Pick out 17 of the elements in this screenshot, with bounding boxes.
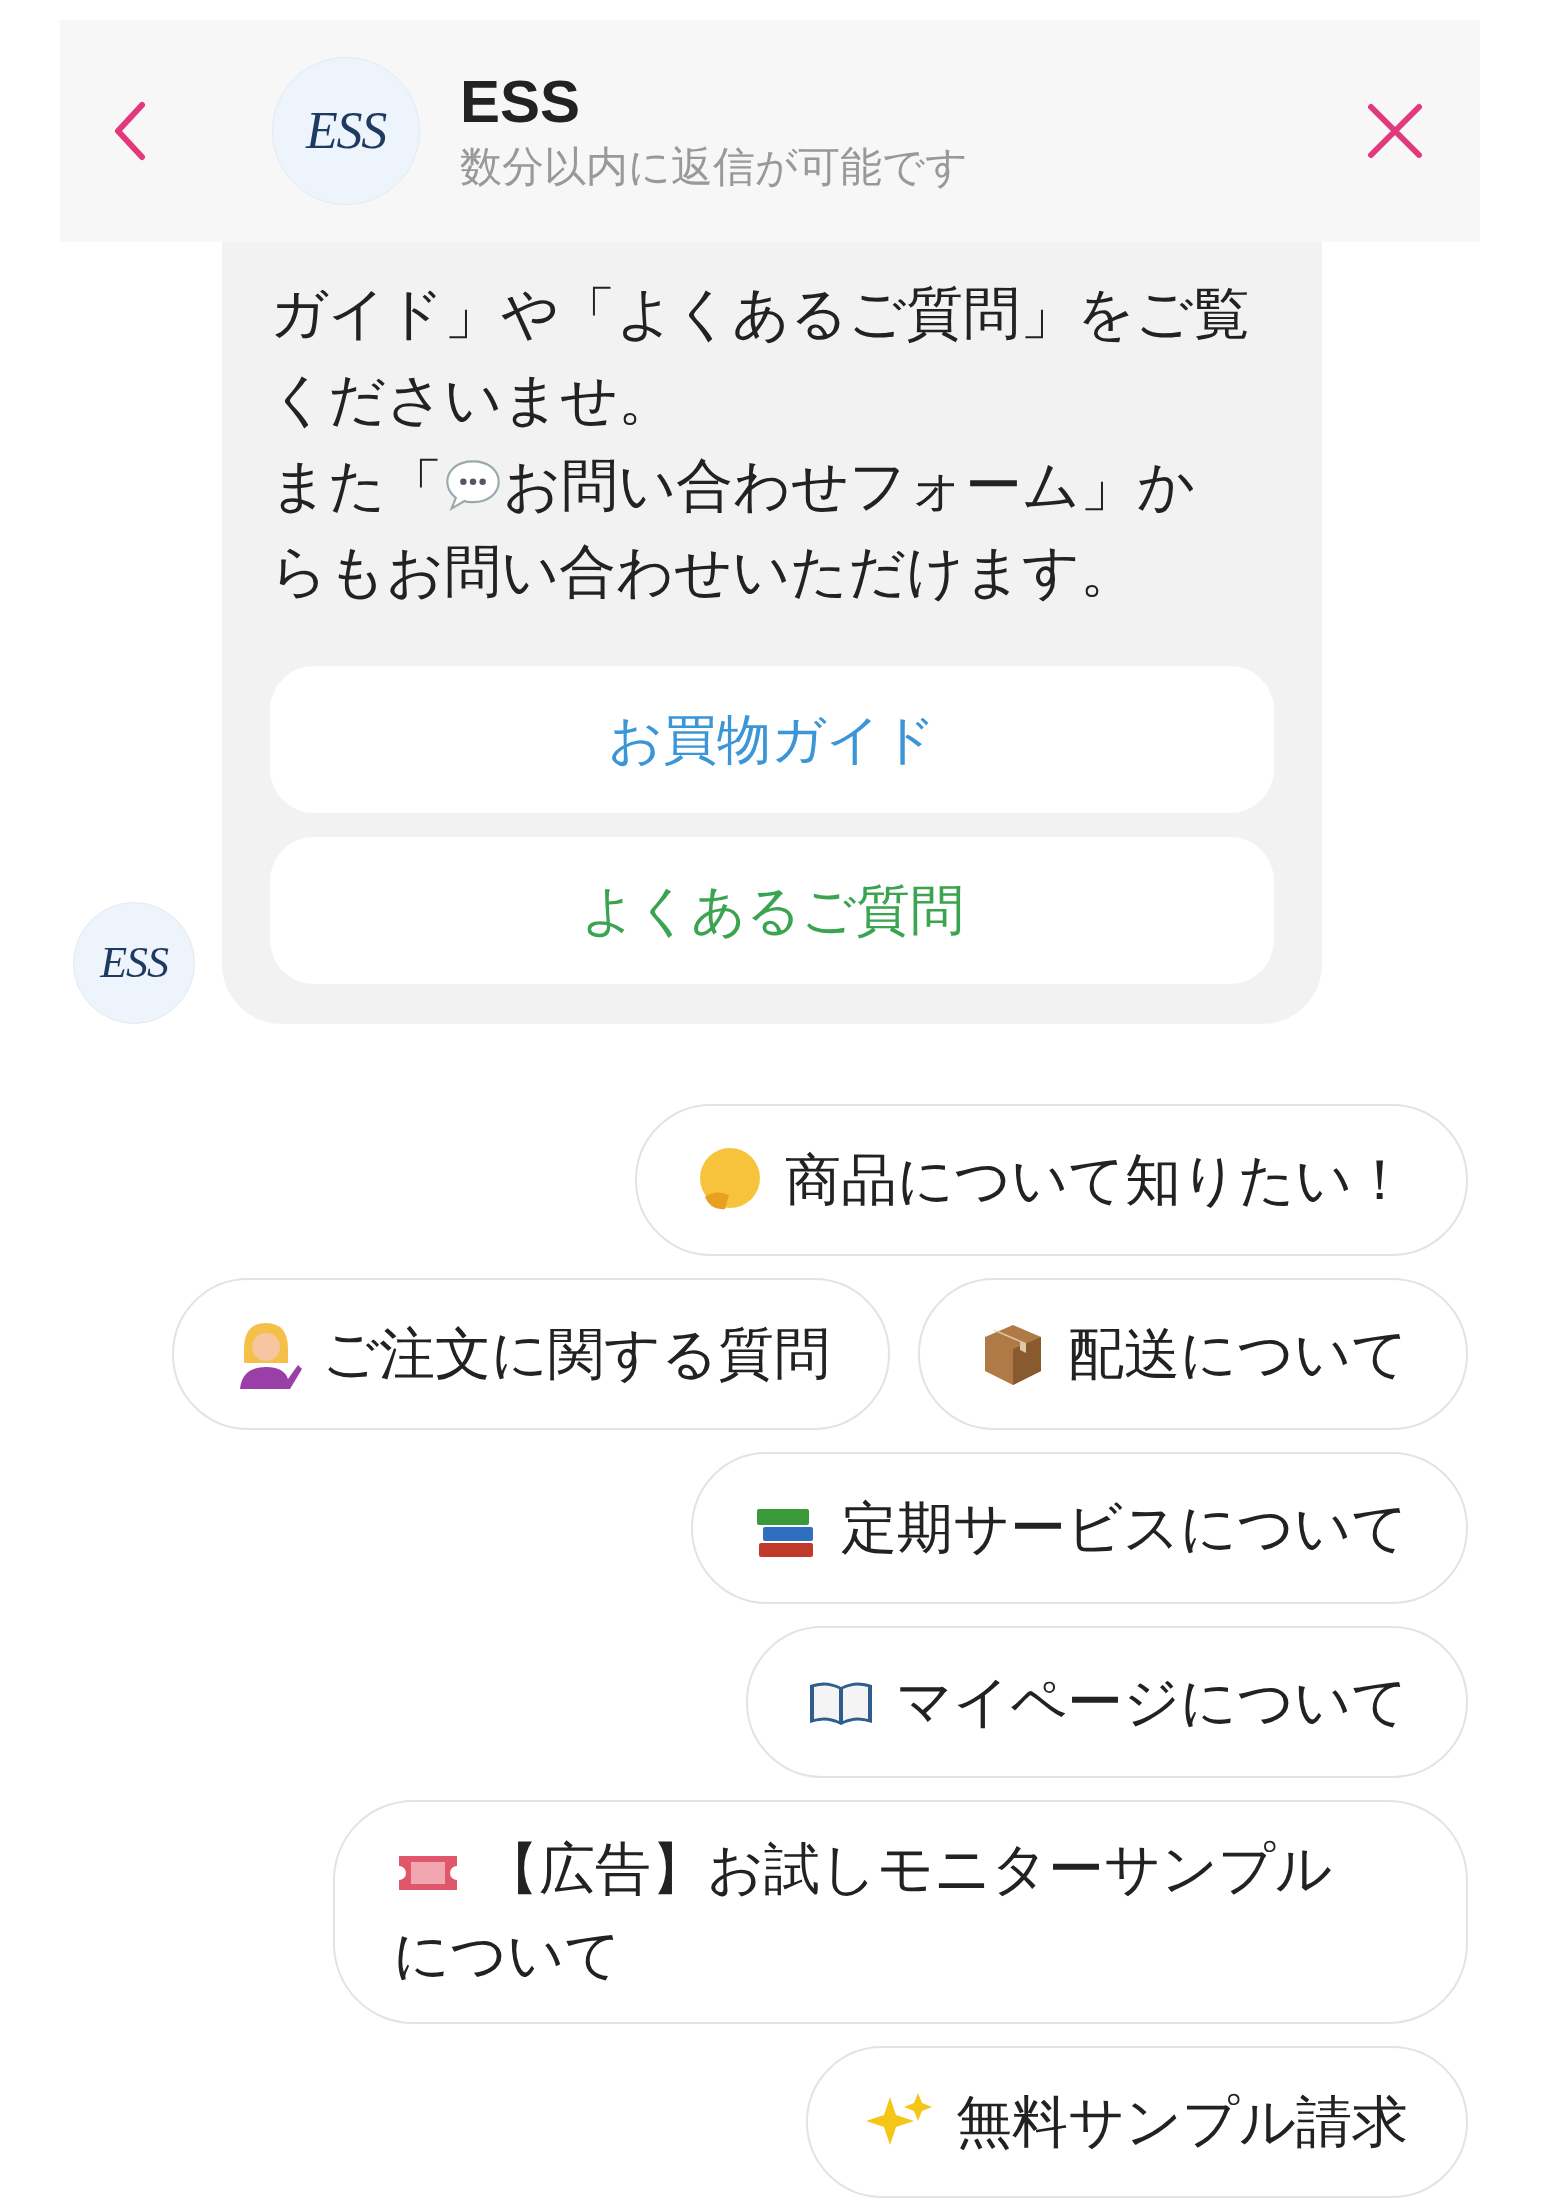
chat-title: ESS <box>460 67 582 137</box>
quick-reply-button[interactable]: 商品について知りたい！ <box>635 1104 1468 1256</box>
back-chevron-icon <box>112 101 148 161</box>
quick-reply-button[interactable]: マイページについて <box>746 1626 1468 1778</box>
message-text: また「 <box>270 452 443 519</box>
quick-reply-button[interactable]: 無料サンプル請求 <box>806 2046 1468 2198</box>
quick-reply-button[interactable]: 【広告】お試しモニターサンプルについて <box>333 1800 1468 2024</box>
chat-subtitle: 数分以内に返信が可能です <box>460 142 968 192</box>
message-text: ガイド」や「よくあるご質問」をご覧くださいませ。 <box>270 280 1250 433</box>
message-text: お問い合わせフォーム」か <box>503 452 1195 519</box>
close-icon <box>1367 103 1423 159</box>
quick-reply-button[interactable]: 配送について <box>918 1278 1468 1430</box>
avatar-text: ESS <box>100 937 168 989</box>
quick-reply-button[interactable]: 定期サービスについて <box>691 1452 1468 1604</box>
avatar-text: ESS <box>306 101 386 161</box>
message-text: らもお問い合わせいただけます。 <box>270 538 1138 605</box>
quick-reply-button[interactable]: ご注文に関する質問 <box>172 1278 890 1430</box>
